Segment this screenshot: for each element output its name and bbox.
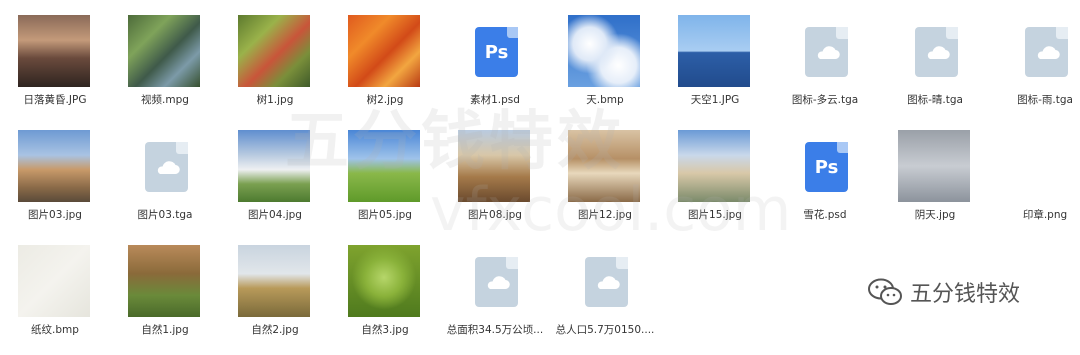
file-thumbnail (238, 130, 310, 202)
file-item[interactable]: 图片12.jpg (550, 130, 660, 240)
file-item[interactable]: 图片03.tga (110, 130, 220, 240)
file-item[interactable]: 图标-多云.tga (770, 15, 880, 125)
file-name: 天空1.JPG (690, 94, 740, 106)
cloud-icon (1037, 46, 1060, 60)
wechat-icon (868, 278, 902, 305)
file-item[interactable]: 自然3.jpg (330, 245, 440, 355)
file-thumbnail (18, 130, 90, 202)
photoshop-icon: Ps (805, 142, 848, 192)
file-name: 图片03.tga (137, 209, 193, 221)
file-name: 日落黄昏.JPG (23, 94, 87, 106)
file-item[interactable]: 图片15.jpg (660, 130, 770, 240)
file-name: 树1.jpg (256, 94, 294, 106)
file-icon (915, 27, 958, 77)
file-name: 图标-多云.tga (791, 94, 859, 106)
file-name: 图标-雨.tga (1017, 94, 1073, 106)
file-name: 图标-晴.tga (907, 94, 963, 106)
file-item[interactable]: 图片08.jpg (440, 130, 550, 240)
file-item[interactable]: 日落黄昏.JPG (0, 15, 110, 125)
file-name: 图片08.jpg (468, 209, 522, 221)
file-thumbnail (568, 130, 640, 202)
file-icon (475, 257, 518, 307)
file-item[interactable]: 阴天.jpg (880, 130, 990, 240)
file-thumbnail (238, 245, 310, 317)
file-icon (1025, 27, 1068, 77)
file-item[interactable]: Ps 雪花.psd (770, 130, 880, 240)
file-name: 图片04.jpg (248, 209, 302, 221)
file-name: 阴天.jpg (914, 209, 956, 221)
file-name: 素材1.psd (470, 94, 520, 106)
file-name: 自然1.jpg (141, 324, 189, 336)
file-item[interactable]: 图片03.jpg (0, 130, 110, 240)
file-item[interactable]: 自然1.jpg (110, 245, 220, 355)
file-thumbnail (678, 15, 750, 87)
file-thumbnail (568, 15, 640, 87)
file-row-2: 图片03.jpg 图片03.tga 图片04.jpg 图片05.jpg 图片08.jpg… (0, 130, 1080, 240)
file-item[interactable]: 图片04.jpg (220, 130, 330, 240)
file-thumbnail (238, 15, 310, 87)
file-name: 印章.png (1022, 209, 1068, 221)
file-name: 自然2.jpg (251, 324, 299, 336)
file-thumbnail (18, 15, 90, 87)
file-name: 雪花.psd (803, 209, 847, 221)
file-item[interactable]: 印章.png (990, 130, 1080, 240)
file-item[interactable]: 图标-雨.tga (990, 15, 1080, 125)
file-item[interactable]: 自然2.jpg (220, 245, 330, 355)
file-thumbnail (18, 245, 90, 317)
file-item[interactable]: 视频.mpg (110, 15, 220, 125)
file-item[interactable]: 总人口5.7万0150.... (550, 245, 660, 355)
file-item[interactable]: 图片05.jpg (330, 130, 440, 240)
file-item[interactable]: 图标-晴.tga (880, 15, 990, 125)
cloud-icon (157, 161, 180, 175)
cloud-icon (597, 276, 620, 290)
file-thumbnail (678, 130, 750, 202)
file-name: 总人口5.7万0150.... (555, 324, 655, 336)
file-name: 总面积34.5万公顷... (446, 324, 544, 336)
file-name: 天.bmp (586, 94, 624, 106)
file-name: 树2.jpg (366, 94, 404, 106)
file-item[interactable]: Ps 素材1.psd (440, 15, 550, 125)
file-item[interactable]: 树2.jpg (330, 15, 440, 125)
file-row-1: 日落黄昏.JPG 视频.mpg 树1.jpg 树2.jpg Ps 素材1.psd 天.bmp… (0, 15, 1080, 125)
file-icon (585, 257, 628, 307)
brand-badge: 五分钱特效 (868, 276, 1020, 308)
file-thumbnail (128, 15, 200, 87)
file-name: 视频.mpg (141, 94, 189, 106)
cloud-icon (487, 276, 510, 290)
file-item[interactable]: 天空1.JPG (660, 15, 770, 125)
file-item[interactable]: 树1.jpg (220, 15, 330, 125)
cloud-icon (817, 46, 840, 60)
file-thumbnail (348, 130, 420, 202)
file-name: 纸纹.bmp (31, 324, 79, 336)
file-icon (145, 142, 188, 192)
file-thumbnail (898, 130, 970, 202)
file-thumbnail (348, 15, 420, 87)
file-name: 图片15.jpg (688, 209, 742, 221)
file-thumbnail (458, 130, 530, 202)
brand-label: 五分钱特效 (910, 282, 1021, 307)
file-item[interactable]: 纸纹.bmp (0, 245, 110, 355)
file-name: 图片12.jpg (578, 209, 632, 221)
file-name: 自然3.jpg (361, 324, 409, 336)
file-thumbnail (128, 245, 200, 317)
file-item[interactable]: 总面积34.5万公顷... (440, 245, 550, 355)
file-thumbnail (348, 245, 420, 317)
file-item[interactable]: 天.bmp (550, 15, 660, 125)
file-name: 图片05.jpg (358, 209, 412, 221)
file-icon (805, 27, 848, 77)
cloud-icon (927, 46, 950, 60)
file-name: 图片03.jpg (28, 209, 82, 221)
photoshop-icon: Ps (475, 27, 518, 77)
